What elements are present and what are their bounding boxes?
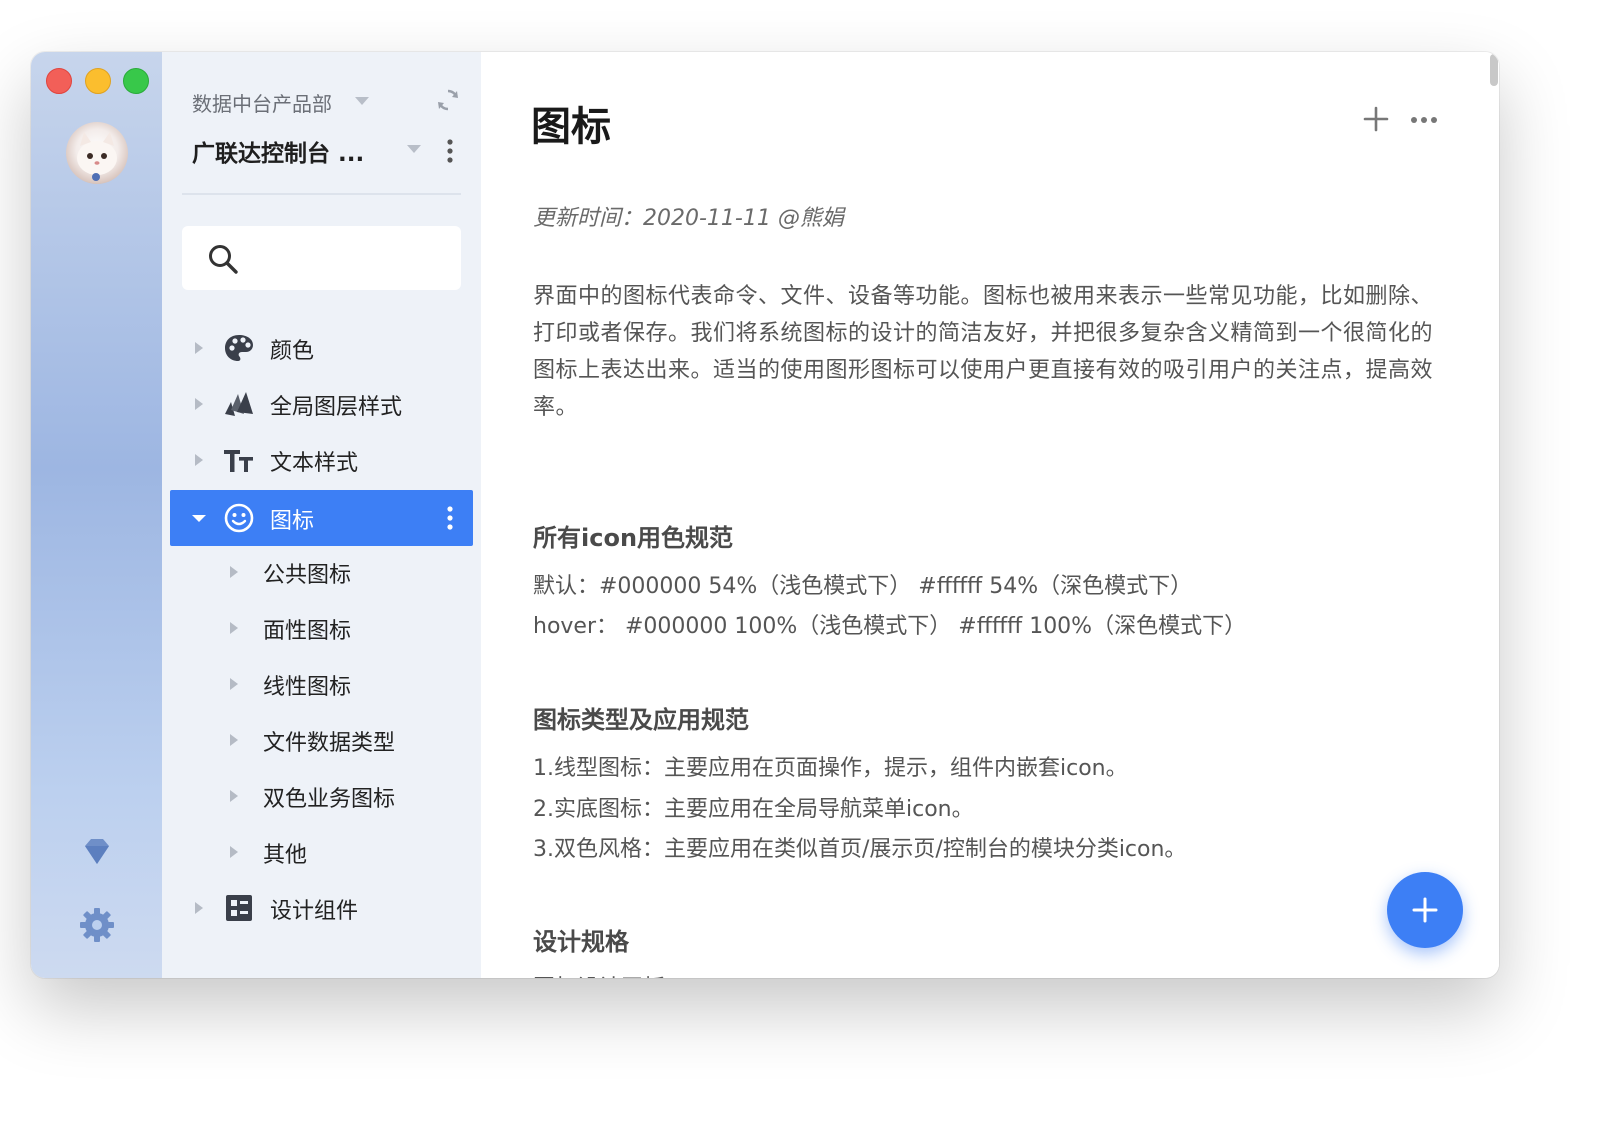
sidebar-item-label: 图标 (270, 509, 315, 534)
settings-gear-icon[interactable] (76, 904, 118, 946)
sidebar-subitem-label: 公共图标 (263, 563, 352, 588)
text-style-icon (224, 450, 253, 472)
add-floating-button[interactable] (1387, 872, 1463, 948)
search-input[interactable] (182, 226, 461, 290)
caret-right-icon (195, 454, 203, 466)
app-window: 数据中台产品部 广联达控制台 ... 颜色 全局图层样式 文本样式 图标 公共图… (31, 52, 1499, 978)
avatar[interactable] (66, 122, 128, 184)
project-caret-down-icon[interactable] (407, 145, 421, 153)
close-window-button[interactable] (46, 68, 72, 94)
section-line: 1.线型图标：主要应用在页面操作，提示，组件内嵌套icon。 (533, 756, 1128, 781)
refresh-icon[interactable] (435, 87, 461, 113)
sidebar-subitem-public-icons[interactable]: 公共图标 (170, 544, 473, 600)
sidebar-subitem-filled-icons[interactable]: 面性图标 (170, 600, 473, 656)
sidebar-item-label: 文本样式 (270, 451, 359, 476)
sidebar-subitem-other[interactable]: 其他 (170, 824, 473, 880)
scrollbar[interactable] (1490, 54, 1498, 86)
sidebar-subitem-label: 面性图标 (263, 619, 352, 644)
sidebar-item-label: 全局图层样式 (270, 395, 403, 420)
sidebar-item-color[interactable]: 颜色 (170, 320, 473, 376)
sidebar-subitem-file-types[interactable]: 文件数据类型 (170, 712, 473, 768)
sidebar-divider (182, 193, 461, 195)
search-icon (209, 245, 238, 274)
sidebar-subitem-label: 线性图标 (263, 675, 352, 700)
sidebar-item-icons[interactable]: 图标 (170, 490, 473, 546)
project-title[interactable]: 广联达控制台 ... (192, 134, 364, 168)
section-heading: 图标类型及应用规范 (533, 706, 749, 734)
minimize-window-button[interactable] (85, 68, 111, 94)
plus-icon (1412, 897, 1438, 923)
section-heading: 设计规格 (533, 928, 629, 956)
section-line: 图标设计画板：1024×1024 (533, 970, 817, 978)
section-line: 3.双色风格：主要应用在类似首页/展示页/控制台的模块分类icon。 (533, 837, 1187, 862)
sidebar-item-label: 颜色 (270, 339, 315, 364)
update-time: 更新时间：2020-11-11 @熊娟 (533, 206, 844, 231)
more-horizontal-icon[interactable] (1409, 110, 1439, 130)
sidebar-item-layer-style[interactable]: 全局图层样式 (170, 376, 473, 432)
section-line: hover： #000000 100%（浅色模式下） #ffffff 100%（… (533, 614, 1247, 639)
caret-right-icon (230, 622, 238, 634)
palette-icon (225, 335, 253, 361)
sidebar: 数据中台产品部 广联达控制台 ... 颜色 全局图层样式 文本样式 图标 公共图… (162, 52, 481, 978)
sidebar-subitem-label: 双色业务图标 (263, 787, 396, 812)
caret-down-icon (192, 515, 206, 522)
project-more-icon[interactable] (445, 137, 455, 165)
main-content: 图标 更新时间：2020-11-11 @熊娟 界面中的图标代表命令、文件、设备等… (481, 52, 1499, 978)
layers-icon (225, 392, 253, 416)
page-title: 图标 (531, 104, 611, 150)
section-line: 2.实底图标：主要应用在全局导航菜单icon。 (533, 797, 974, 822)
section-heading: 所有icon用色规范 (533, 524, 734, 552)
caret-right-icon (195, 902, 203, 914)
org-caret-down-icon[interactable] (355, 97, 369, 105)
sidebar-subitem-duotone-icons[interactable]: 双色业务图标 (170, 768, 473, 824)
smile-icon (224, 503, 254, 533)
sidebar-subitem-line-icons[interactable]: 线性图标 (170, 656, 473, 712)
caret-right-icon (230, 734, 238, 746)
intro-paragraph: 界面中的图标代表命令、文件、设备等功能。图标也被用来表示一些常见功能，比如删除、… (533, 284, 1434, 420)
org-selector[interactable]: 数据中台产品部 (192, 88, 332, 117)
caret-right-icon (230, 566, 238, 578)
caret-right-icon (195, 398, 203, 410)
component-icon (226, 895, 252, 921)
zoom-window-button[interactable] (123, 68, 149, 94)
caret-right-icon (230, 790, 238, 802)
sidebar-subitem-label: 其他 (263, 843, 308, 868)
section-line: 默认：#000000 54%（浅色模式下） #ffffff 54%（深色模式下） (533, 574, 1193, 599)
caret-right-icon (230, 678, 238, 690)
sidebar-item-text-style[interactable]: 文本样式 (170, 432, 473, 488)
caret-right-icon (195, 342, 203, 354)
app-rail (31, 52, 162, 978)
sidebar-item-components[interactable]: 设计组件 (170, 880, 473, 936)
item-more-icon[interactable] (445, 504, 455, 532)
caret-right-icon (230, 846, 238, 858)
sidebar-item-label: 设计组件 (270, 899, 359, 924)
diamond-icon[interactable] (76, 832, 118, 874)
add-icon[interactable] (1361, 104, 1391, 134)
sidebar-subitem-label: 文件数据类型 (263, 731, 396, 756)
